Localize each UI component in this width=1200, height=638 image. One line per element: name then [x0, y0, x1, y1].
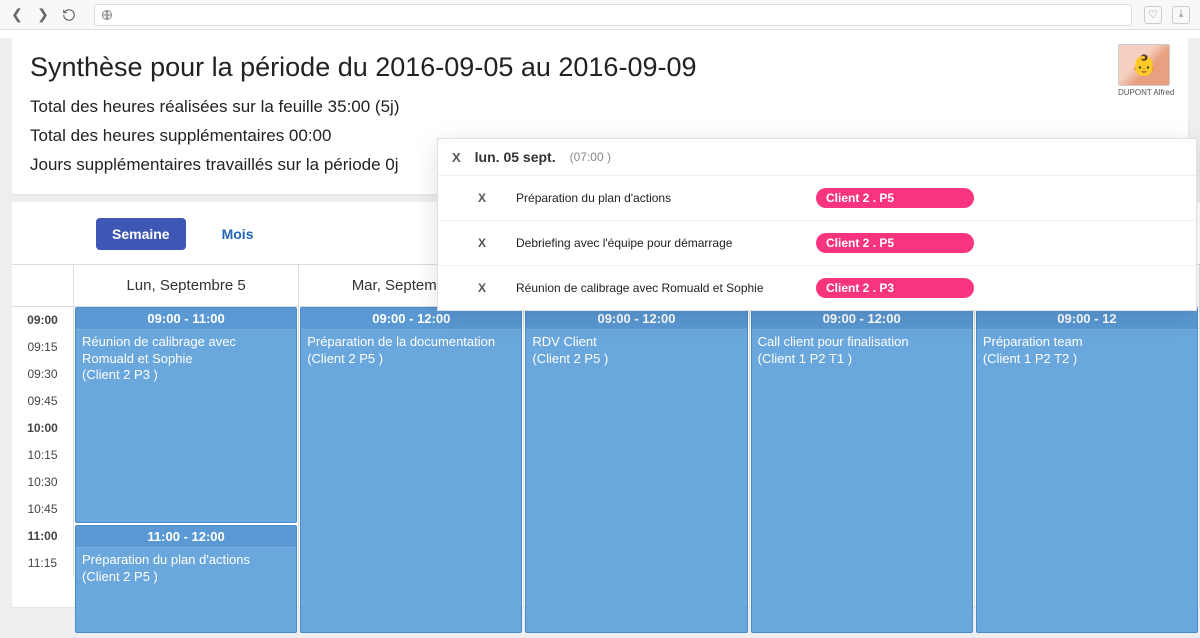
event-client: (Client 2 P5 ): [301, 351, 521, 370]
entry-delete-button[interactable]: X: [478, 236, 486, 250]
url-input[interactable]: [94, 4, 1132, 26]
back-button[interactable]: ❮: [10, 8, 24, 22]
event-client: (Client 2 P5 ): [526, 351, 746, 370]
time-label: 09:15: [12, 334, 74, 361]
event-title: Réunion de calibrage avec Romuald et Sop…: [76, 330, 296, 368]
entry-description: Réunion de calibrage avec Romuald et Sop…: [516, 281, 786, 295]
popup-entry: X Debriefing avec l'équipe pour démarrage…: [438, 220, 1196, 265]
time-label: 11:00: [12, 523, 74, 550]
time-label: 10:45: [12, 496, 74, 523]
day-column: Jeu, Septembre 809:00 - 12:00Call client…: [750, 265, 975, 607]
event-client: (Client 2 P3 ): [76, 367, 296, 386]
forward-button[interactable]: ❯: [36, 8, 50, 22]
day-column: Mar, Septembre 609:00 - 12:00Préparation…: [299, 265, 524, 607]
time-column: 09:0009:1509:3009:4510:0010:1510:3010:45…: [12, 265, 74, 607]
popup-close-button[interactable]: X: [452, 150, 461, 165]
calendar-event[interactable]: 11:00 - 12:00Préparation du plan d'actio…: [75, 525, 297, 633]
day-detail-popup: X lun. 05 sept. (07:00 ) X Préparation du…: [437, 138, 1197, 311]
download-button[interactable]: ⤓: [1172, 6, 1190, 24]
calendar-event[interactable]: 09:00 - 11:00Réunion de calibrage avec R…: [75, 307, 297, 523]
time-label: 09:00: [12, 307, 74, 334]
page-title: Synthèse pour la période du 2016-09-05 a…: [30, 52, 1170, 83]
day-header: Lun, Septembre 5: [74, 265, 298, 307]
calendar-event[interactable]: 09:00 - 12:00RDV Client(Client 2 P5 ): [525, 307, 747, 633]
time-label: 11:15: [12, 550, 74, 577]
favorite-button[interactable]: ♡: [1144, 6, 1162, 24]
time-label: 09:45: [12, 388, 74, 415]
reload-button[interactable]: [62, 8, 76, 22]
calendar-grid: 09:0009:1509:3009:4510:0010:1510:3010:45…: [12, 264, 1200, 607]
globe-icon: [101, 9, 113, 21]
event-client: (Client 2 P5 ): [76, 569, 296, 588]
tab-week[interactable]: Semaine: [96, 218, 186, 250]
time-label: 10:00: [12, 415, 74, 442]
event-title: RDV Client: [526, 330, 746, 351]
popup-date: lun. 05 sept.: [475, 149, 556, 165]
calendar-event[interactable]: 09:00 - 12Préparation team(Client 1 P2 T…: [976, 307, 1198, 633]
entry-client-chip[interactable]: Client 2 . P5: [816, 233, 974, 253]
calendar-event[interactable]: 09:00 - 12:00Préparation de la documenta…: [300, 307, 522, 633]
event-time: 09:00 - 11:00: [76, 308, 296, 330]
event-title: Préparation du plan d'actions: [76, 548, 296, 569]
time-label: 10:30: [12, 469, 74, 496]
tab-month[interactable]: Mois: [206, 218, 270, 250]
entry-client-chip[interactable]: Client 2 . P5: [816, 188, 974, 208]
summary-total-hours: Total des heures réalisées sur la feuill…: [30, 93, 1170, 122]
avatar-image: 👶: [1118, 44, 1170, 86]
event-client: (Client 1 P2 T2 ): [977, 351, 1197, 370]
event-title: Préparation de la documentation: [301, 330, 521, 351]
entry-delete-button[interactable]: X: [478, 191, 486, 205]
browser-toolbar: ❮ ❯ ♡ ⤓: [0, 0, 1200, 30]
entry-description: Préparation du plan d'actions: [516, 191, 786, 205]
day-column: Ven, Septem09:00 - 12Préparation team(Cl…: [975, 265, 1200, 607]
event-client: (Client 1 P2 T1 ): [752, 351, 972, 370]
calendar-event[interactable]: 09:00 - 12:00Call client pour finalisati…: [751, 307, 973, 633]
user-avatar[interactable]: 👶 DUPONT Alfred: [1118, 44, 1174, 97]
time-label: 09:30: [12, 361, 74, 388]
day-column: Lun, Septembre 509:00 - 11:00Réunion de …: [74, 265, 299, 607]
day-column: Mer, Septembre 709:00 - 12:00RDV Client(…: [524, 265, 749, 607]
entry-client-chip[interactable]: Client 2 . P3: [816, 278, 974, 298]
entry-delete-button[interactable]: X: [478, 281, 486, 295]
event-time: 11:00 - 12:00: [76, 526, 296, 548]
event-title: Call client pour finalisation: [752, 330, 972, 351]
popup-hours: (07:00 ): [570, 150, 611, 164]
time-label: 10:15: [12, 442, 74, 469]
popup-entry: X Réunion de calibrage avec Romuald et So…: [438, 265, 1196, 310]
event-title: Préparation team: [977, 330, 1197, 351]
entry-description: Debriefing avec l'équipe pour démarrage: [516, 236, 786, 250]
avatar-name: DUPONT Alfred: [1118, 88, 1174, 97]
popup-entry: X Préparation du plan d'actions Client 2 .…: [438, 175, 1196, 220]
